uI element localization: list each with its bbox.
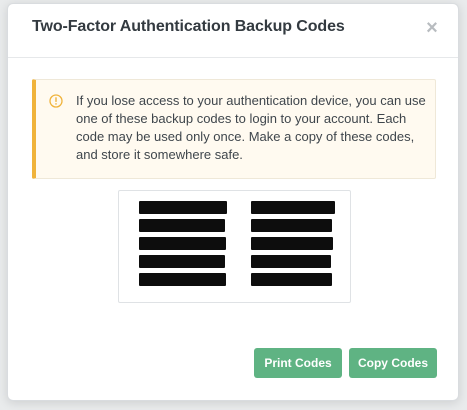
- backup-codes-list: [118, 190, 351, 303]
- codes-column-left: [139, 201, 227, 291]
- backup-code-redacted: [251, 255, 331, 268]
- backup-code-redacted: [139, 255, 225, 268]
- warning-alert: If you lose access to your authenticatio…: [32, 79, 436, 179]
- alert-message: If you lose access to your authenticatio…: [76, 93, 426, 162]
- backup-code-redacted: [139, 219, 225, 232]
- print-codes-button[interactable]: Print Codes: [254, 348, 342, 378]
- dialog-header: Two-Factor Authentication Backup Codes ×: [8, 4, 458, 58]
- copy-codes-button[interactable]: Copy Codes: [349, 348, 437, 378]
- info-circle-icon: [49, 94, 63, 108]
- backup-codes-dialog: Two-Factor Authentication Backup Codes ×…: [7, 3, 459, 401]
- backup-code-redacted: [139, 201, 227, 214]
- backup-code-redacted: [251, 273, 332, 286]
- backup-code-redacted: [251, 201, 335, 214]
- backup-code-redacted: [139, 237, 226, 250]
- codes-column-right: [251, 201, 335, 291]
- backup-code-redacted: [251, 237, 333, 250]
- dialog-title: Two-Factor Authentication Backup Codes: [32, 18, 345, 35]
- backup-code-redacted: [139, 273, 226, 286]
- backup-code-redacted: [251, 219, 332, 232]
- close-icon[interactable]: ×: [422, 18, 442, 38]
